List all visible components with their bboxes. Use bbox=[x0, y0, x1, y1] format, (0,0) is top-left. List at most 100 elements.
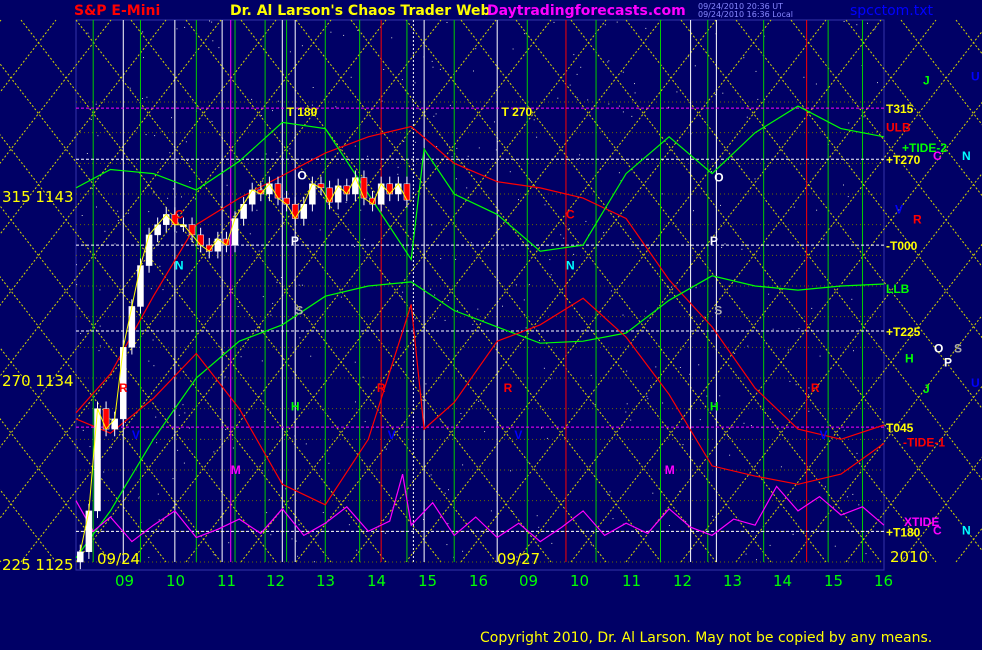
background-dot bbox=[184, 412, 186, 414]
background-dot bbox=[143, 57, 144, 59]
background-dot bbox=[272, 302, 274, 304]
background-dot bbox=[91, 187, 93, 189]
background-dot bbox=[249, 233, 251, 235]
background-dot bbox=[367, 155, 369, 157]
background-dot bbox=[289, 148, 291, 150]
background-dot bbox=[98, 350, 100, 352]
background-dot bbox=[816, 209, 818, 211]
background-dot bbox=[276, 152, 278, 154]
background-dot bbox=[536, 136, 538, 138]
background-dot bbox=[298, 524, 300, 526]
cycle-label: C bbox=[175, 207, 184, 221]
lattice-line bbox=[0, 134, 332, 563]
background-dot bbox=[181, 196, 182, 198]
background-dot bbox=[757, 98, 759, 100]
background-dot bbox=[172, 188, 174, 190]
background-dot bbox=[209, 20, 210, 22]
background-dot bbox=[82, 429, 84, 431]
background-dot bbox=[261, 115, 262, 117]
background-dot bbox=[434, 317, 435, 319]
background-dot bbox=[538, 526, 540, 528]
level-label: +T180 bbox=[886, 525, 921, 539]
background-dot bbox=[142, 98, 143, 99]
background-dot bbox=[150, 288, 152, 290]
background-dot bbox=[312, 87, 314, 88]
lattice-line bbox=[0, 559, 2, 563]
background-dot bbox=[466, 187, 468, 189]
cycle-label: H bbox=[291, 400, 300, 414]
background-dot bbox=[671, 286, 672, 288]
background-dot bbox=[808, 410, 810, 412]
level-label: V bbox=[895, 202, 903, 216]
background-dot bbox=[477, 308, 479, 310]
background-dot bbox=[853, 350, 854, 352]
background-dot bbox=[305, 443, 307, 445]
background-dot bbox=[104, 230, 106, 232]
background-dot bbox=[117, 220, 119, 221]
background-dot bbox=[714, 94, 716, 96]
background-dot bbox=[843, 429, 845, 431]
background-dot bbox=[189, 181, 191, 182]
background-dot bbox=[808, 394, 809, 396]
level-label: T315 bbox=[886, 102, 914, 116]
background-dot bbox=[148, 211, 150, 213]
x-tick-label: 13 bbox=[723, 572, 743, 590]
background-dot bbox=[789, 411, 790, 413]
y-tick-label-1125: 225 1125 bbox=[2, 556, 74, 574]
background-dot bbox=[360, 209, 362, 211]
background-dot bbox=[152, 339, 154, 341]
background-dot bbox=[340, 296, 342, 298]
background-dot bbox=[138, 497, 140, 499]
background-dot bbox=[403, 141, 405, 142]
background-dot bbox=[622, 71, 624, 73]
background-dot bbox=[262, 296, 264, 298]
background-dot bbox=[451, 156, 453, 158]
background-dot bbox=[103, 471, 105, 473]
background-dot bbox=[734, 352, 736, 354]
lattice-line bbox=[735, 19, 982, 339]
lattice-line bbox=[0, 275, 222, 563]
price-candle bbox=[403, 183, 411, 201]
background-dot bbox=[720, 204, 721, 206]
cycle-label: S bbox=[714, 304, 722, 318]
background-dot bbox=[755, 537, 756, 538]
background-dot bbox=[158, 519, 160, 521]
level-label: +T270 bbox=[886, 153, 921, 167]
cycle-label: T 180 bbox=[287, 105, 318, 119]
background-dot bbox=[328, 462, 330, 464]
background-dot bbox=[652, 492, 654, 494]
cycle-label: M bbox=[231, 463, 241, 477]
background-dot bbox=[662, 402, 664, 404]
date-label-0924: 09/24 bbox=[97, 550, 141, 568]
background-dot bbox=[787, 349, 789, 351]
background-dot bbox=[434, 294, 436, 296]
background-dot bbox=[433, 115, 435, 117]
background-dot bbox=[444, 492, 446, 494]
background-dot bbox=[148, 360, 150, 362]
site-link[interactable]: Daytradingforecasts.com bbox=[487, 3, 686, 19]
background-dot bbox=[647, 398, 649, 400]
background-dot bbox=[721, 246, 723, 248]
background-dot bbox=[330, 31, 332, 33]
background-dot bbox=[576, 97, 578, 99]
x-tick-label: 09 bbox=[519, 572, 539, 590]
price-candle bbox=[111, 418, 118, 430]
background-dot bbox=[178, 414, 180, 416]
background-dot bbox=[447, 523, 449, 525]
background-dot bbox=[549, 378, 551, 380]
cycle-label: M bbox=[665, 463, 675, 477]
background-dot bbox=[397, 166, 399, 168]
background-dot bbox=[607, 61, 609, 63]
background-dot bbox=[224, 376, 226, 378]
cycle-label: V bbox=[132, 428, 140, 442]
background-dot bbox=[858, 504, 860, 506]
background-dot bbox=[310, 355, 312, 357]
background-dot bbox=[560, 234, 562, 236]
background-dot bbox=[722, 92, 724, 94]
price-candle bbox=[300, 203, 308, 219]
price-candle bbox=[163, 214, 170, 225]
background-dot bbox=[171, 117, 172, 119]
background-dot bbox=[414, 82, 416, 84]
background-dot bbox=[510, 470, 511, 472]
cycle-label: R bbox=[504, 381, 513, 395]
